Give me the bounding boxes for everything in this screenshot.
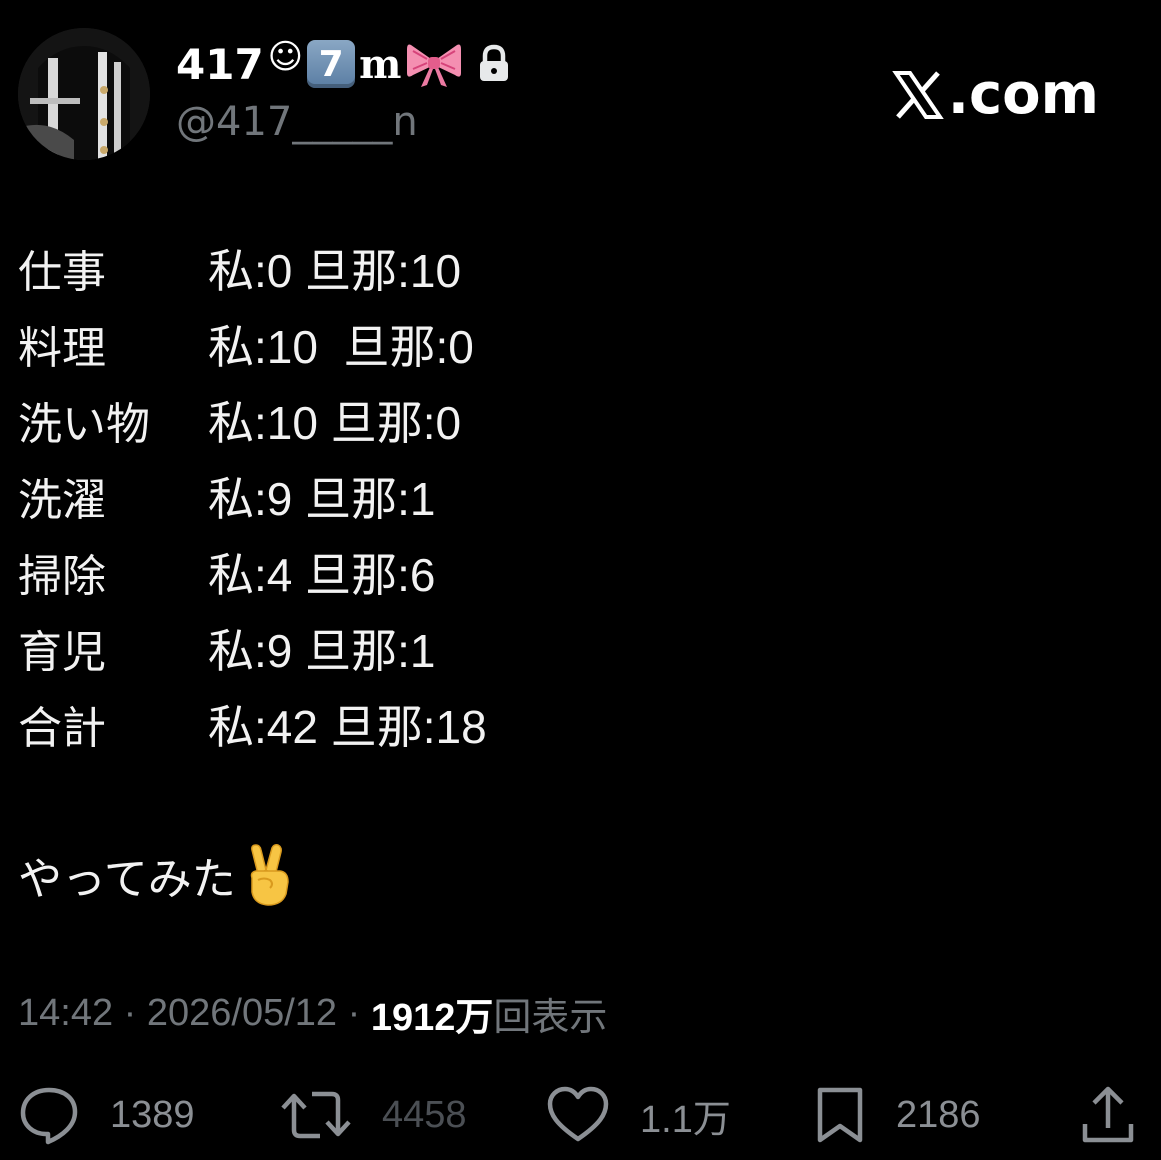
closing-text: やってみた: [18, 854, 236, 905]
lock-icon: [480, 44, 509, 81]
brand-logo: .com: [891, 62, 1099, 127]
action-bar: 1389 4458 1.1万 2186: [18, 1080, 1143, 1150]
share-icon: [1082, 1086, 1134, 1143]
reply-button[interactable]: 1389: [18, 1080, 195, 1150]
tweet-header: 417 ☺ 7 m @417_____n .com: [18, 28, 1143, 160]
tweet-closing: やってみた: [18, 840, 292, 910]
meta-separator: ·: [113, 991, 147, 1034]
x-logo-icon: [891, 70, 944, 119]
chore-label: 料理: [18, 323, 106, 374]
repost-count: 4458: [382, 1093, 467, 1136]
chore-value: 私:4 旦那:6: [208, 549, 436, 601]
chore-label: 掃除: [18, 551, 106, 602]
brand-text: .com: [947, 62, 1099, 127]
bookmark-count: 2186: [896, 1093, 981, 1136]
chore-label: 洗い物: [18, 399, 150, 450]
share-button[interactable]: [1080, 1080, 1136, 1150]
author-block: 417 ☺ 7 m @417_____n: [176, 34, 511, 150]
tweet-date[interactable]: 2026/05/12: [147, 992, 337, 1035]
views-label: 回表示: [493, 996, 608, 1039]
chore-label: 育児: [18, 627, 106, 678]
chore-row: 洗い物 私:10 旦那:0: [18, 382, 487, 458]
victory-hand-icon: [250, 844, 289, 906]
chore-label: 洗濯: [18, 475, 106, 526]
like-button[interactable]: 1.1万: [546, 1080, 731, 1150]
chore-value: 私:9 旦那:1: [208, 473, 436, 525]
tweet-time[interactable]: 14:42: [18, 992, 113, 1035]
chore-value: 私:10 旦那:0: [208, 321, 474, 373]
chore-label: 仕事: [18, 247, 106, 298]
chore-row: 掃除 私:4 旦那:6: [18, 534, 487, 610]
chore-value: 私:10 旦那:0: [208, 397, 462, 449]
smiley-emoji: ☺: [267, 37, 304, 77]
chore-value: 私:42 旦那:18: [208, 701, 487, 753]
m-letter: m: [359, 40, 402, 88]
bookmark-icon: [817, 1087, 863, 1143]
keycap-seven-emoji: 7: [307, 40, 356, 88]
bookmark-button[interactable]: 2186: [814, 1080, 981, 1150]
repost-icon: [281, 1091, 351, 1139]
avatar[interactable]: [18, 28, 150, 160]
meta-separator: ·: [337, 991, 371, 1034]
heart-icon: [547, 1086, 609, 1142]
display-name-text: 417: [176, 39, 264, 89]
chore-value: 私:0 旦那:10: [208, 245, 462, 297]
display-name[interactable]: 417 ☺ 7 m: [176, 34, 511, 94]
chore-row: 仕事 私:0 旦那:10: [18, 230, 487, 306]
chore-value: 私:9 旦那:1: [208, 625, 436, 677]
reply-count: 1389: [110, 1093, 195, 1136]
repost-button[interactable]: 4458: [280, 1080, 467, 1150]
chore-row: 合計 私:42 旦那:18: [18, 686, 487, 762]
chore-label: 合計: [18, 703, 106, 754]
user-handle[interactable]: @417_____n: [176, 94, 511, 150]
chore-row: 育児 私:9 旦那:1: [18, 610, 487, 686]
tweet-meta: 14:42 · 2026/05/12 · 1912万 回表示: [18, 988, 608, 1039]
reply-icon: [20, 1087, 78, 1145]
like-count: 1.1万: [640, 1098, 731, 1141]
tweet-body: 仕事 私:0 旦那:10 料理 私:10 旦那:0 洗い物 私:10 旦那:0 …: [18, 230, 487, 762]
avatar-image: [18, 28, 150, 160]
views-count: 1912万: [370, 996, 494, 1039]
chore-row: 洗濯 私:9 旦那:1: [18, 458, 487, 534]
chore-row: 料理 私:10 旦那:0: [18, 306, 487, 382]
ribbon-icon: [407, 44, 462, 87]
